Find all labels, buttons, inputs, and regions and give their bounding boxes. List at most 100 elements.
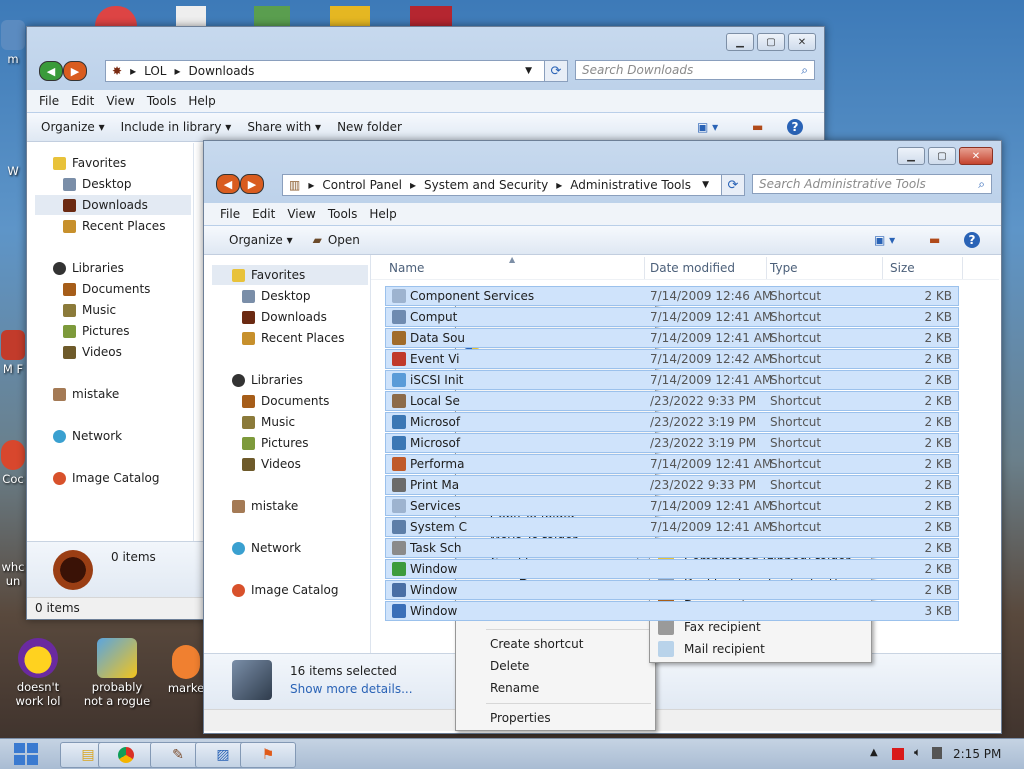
menu-edit[interactable]: Edit	[71, 94, 94, 108]
file-row[interactable]: Microsof/23/2022 3:19 PM Shortcut 2 KB	[385, 433, 959, 453]
file-row[interactable]: Local Se/23/2022 9:33 PM Shortcut 2 KB	[385, 391, 959, 411]
clock[interactable]: 2:15 PM	[953, 747, 1001, 761]
back-button[interactable]: ◀	[216, 174, 240, 194]
desktop-top-icon[interactable]	[330, 6, 370, 28]
desktop-top-icon[interactable]	[176, 6, 206, 28]
file-row[interactable]: Task Sch 2 KB	[385, 538, 959, 558]
desktop-icon-partial-3[interactable]: M F	[0, 330, 26, 376]
nav-videos[interactable]: Videos	[242, 454, 370, 474]
forward-button[interactable]: ▶	[63, 61, 87, 81]
desktop-top-icon[interactable]	[254, 6, 290, 28]
nav-videos[interactable]: Videos	[63, 342, 193, 362]
start-button[interactable]	[14, 743, 38, 765]
nav-desktop[interactable]: Desktop	[63, 174, 193, 194]
menu-item-rename[interactable]: Rename	[456, 677, 655, 699]
show-more-details-link[interactable]: Show more details...	[290, 682, 413, 696]
desktop-top-icon[interactable]	[410, 6, 452, 28]
nav-downloads[interactable]: Downloads	[35, 195, 191, 215]
tray-app-icon[interactable]	[892, 748, 904, 760]
nav-libraries[interactable]: Libraries	[232, 370, 370, 390]
desktop-icon-rogue[interactable]: probably not a rogue	[82, 638, 152, 708]
file-row[interactable]: iSCSI Init 7/14/2009 12:41 AM Shortcut 2 KB	[385, 370, 959, 390]
refresh-button[interactable]: ⟳	[544, 60, 568, 82]
nav-music[interactable]: Music	[242, 412, 370, 432]
open-button[interactable]: Open	[328, 233, 360, 247]
taskbar-chrome[interactable]	[98, 742, 154, 768]
file-row[interactable]: System C 7/14/2009 12:41 AM Shortcut 2 KB	[385, 517, 959, 537]
column-size[interactable]: Size	[890, 257, 963, 279]
nav-recent-places[interactable]: Recent Places	[242, 328, 370, 348]
desktop-icon-partial-1[interactable]: m	[0, 20, 26, 66]
file-row[interactable]: Print Ma/23/2022 9:33 PM Shortcut 2 KB	[385, 475, 959, 495]
chevron-down-icon[interactable]: ▼	[525, 66, 532, 76]
view-icon[interactable]: ▣ ▾	[697, 120, 718, 134]
menu-file[interactable]: File	[220, 207, 240, 221]
help-icon[interactable]: ?	[787, 119, 803, 135]
minimize-button[interactable]: ▁	[726, 33, 754, 51]
close-button[interactable]: ✕	[959, 147, 993, 165]
search-input[interactable]: Search Downloads ⌕	[575, 60, 815, 80]
file-row[interactable]: Window 3 KB	[385, 601, 959, 621]
file-row[interactable]: Microsof/23/2022 3:19 PM Shortcut 2 KB	[385, 412, 959, 432]
back-button[interactable]: ◀	[39, 61, 63, 81]
refresh-button[interactable]: ⟳	[721, 174, 745, 196]
show-hidden-icons[interactable]: ▲	[870, 747, 878, 758]
file-row[interactable]: Window 2 KB	[385, 580, 959, 600]
breadcrumb-system-and-security[interactable]: System and Security	[424, 178, 548, 192]
breadcrumb-lol[interactable]: LOL	[144, 64, 166, 78]
column-date-modified[interactable]: Date modified	[650, 257, 767, 279]
file-row[interactable]: Performa 7/14/2009 12:41 AM Shortcut 2 KB	[385, 454, 959, 474]
column-type[interactable]: Type	[770, 257, 883, 279]
nav-mistake[interactable]: mistake	[232, 496, 370, 516]
file-row[interactable]: Services 7/14/2009 12:41 AM Shortcut 2 KB	[385, 496, 959, 516]
desktop-icon-partial-2[interactable]: W	[0, 164, 26, 178]
include-in-library-button[interactable]: Include in library ▾	[121, 120, 232, 134]
desktop-icon-marke[interactable]: marke	[166, 645, 206, 695]
close-button[interactable]: ✕	[788, 33, 816, 51]
nav-image-catalog[interactable]: Image Catalog	[232, 580, 370, 600]
nav-desktop[interactable]: Desktop	[242, 286, 370, 306]
menu-item-delete[interactable]: Delete	[456, 655, 655, 677]
minimize-button[interactable]: ▁	[897, 147, 925, 165]
address-bar[interactable]: ✸ ▸ LOL ▸ Downloads ▼	[105, 60, 545, 82]
menu-help[interactable]: Help	[369, 207, 396, 221]
organize-button[interactable]: Organize ▾	[41, 120, 105, 134]
nav-mistake[interactable]: mistake	[53, 384, 193, 404]
volume-icon[interactable]: 🔈︎	[914, 745, 921, 760]
nav-favorites[interactable]: Favorites	[212, 265, 368, 285]
nav-pictures[interactable]: Pictures	[242, 433, 370, 453]
menu-item-mail-recipient[interactable]: Mail recipient	[650, 638, 871, 660]
nav-documents[interactable]: Documents	[242, 391, 370, 411]
menu-item-properties[interactable]: Properties	[456, 707, 655, 729]
desktop-icon-yahoo[interactable]: doesn't work lol	[3, 638, 73, 708]
nav-pictures[interactable]: Pictures	[63, 321, 193, 341]
nav-network[interactable]: Network	[53, 426, 193, 446]
menu-view[interactable]: View	[106, 94, 134, 108]
help-icon[interactable]: ?	[964, 232, 980, 248]
menu-help[interactable]: Help	[188, 94, 215, 108]
share-with-button[interactable]: Share with ▾	[247, 120, 321, 134]
breadcrumb-downloads[interactable]: Downloads	[189, 64, 255, 78]
nav-recent-places[interactable]: Recent Places	[63, 216, 193, 236]
address-bar[interactable]: ▥ ▸ Control Panel ▸ System and Security …	[282, 174, 722, 196]
maximize-button[interactable]: ▢	[757, 33, 785, 51]
search-input[interactable]: Search Administrative Tools ⌕	[752, 174, 992, 194]
network-tray-icon[interactable]	[932, 747, 942, 759]
desktop-icon-partial-4[interactable]: Coc	[0, 440, 26, 486]
breadcrumb-administrative-tools[interactable]: Administrative Tools	[570, 178, 691, 192]
taskbar-windows[interactable]: ⚑	[240, 742, 296, 768]
chevron-down-icon[interactable]: ▼	[702, 180, 709, 190]
new-folder-button[interactable]: New folder	[337, 120, 402, 134]
nav-network[interactable]: Network	[232, 538, 370, 558]
menu-tools[interactable]: Tools	[147, 94, 177, 108]
column-name[interactable]: Name	[389, 257, 645, 279]
nav-music[interactable]: Music	[63, 300, 193, 320]
organize-button[interactable]: Organize ▾	[229, 233, 293, 247]
nav-favorites[interactable]: Favorites	[53, 153, 193, 173]
maximize-button[interactable]: ▢	[928, 147, 956, 165]
nav-libraries[interactable]: Libraries	[53, 258, 193, 278]
menu-file[interactable]: File	[39, 94, 59, 108]
menu-item-create-shortcut[interactable]: Create shortcut	[456, 633, 655, 655]
file-row[interactable]: Event Vi 7/14/2009 12:42 AM Shortcut 2 KB	[385, 349, 959, 369]
menu-edit[interactable]: Edit	[252, 207, 275, 221]
